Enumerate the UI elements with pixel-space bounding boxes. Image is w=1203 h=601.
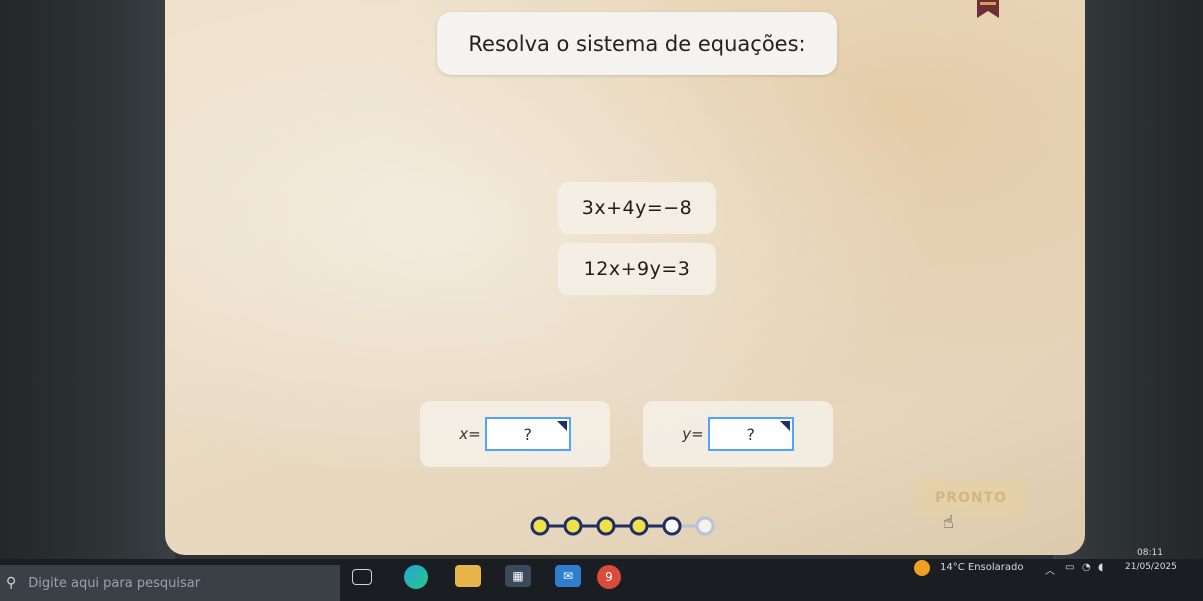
hand-cursor-icon: ☝ [943,512,954,533]
taskbar-search-box[interactable]: ⚲ Digite aqui para pesquisar [0,565,340,601]
clock-time[interactable]: 08:11 [1137,548,1163,558]
answer-card-x: x= ? [420,401,610,467]
progress-dot-completed [629,516,649,536]
equation-2: 12x+9y=3 [558,243,716,295]
progress-dot-completed [530,516,550,536]
progress-dot-completed [596,516,616,536]
equation-1: 3x+4y=−8 [558,182,716,234]
y-answer-placeholder: ? [746,424,755,444]
ready-button[interactable]: PRONTO [915,478,1027,518]
progress-track [530,516,715,536]
progress-dot-upcoming [695,516,715,536]
x-answer-label: x= [459,425,481,443]
clock-date[interactable]: 21/05/2025 [1125,562,1177,572]
monitor-bezel-left [0,0,175,601]
volume-icon[interactable]: ◖ [1098,562,1103,573]
weather-sun-icon [914,560,930,576]
file-explorer-icon[interactable] [455,565,481,587]
x-answer-placeholder: ? [523,424,532,444]
y-answer-input[interactable]: ? [707,417,794,451]
mail-icon[interactable]: ✉ [555,565,581,587]
edge-icon[interactable] [404,565,428,589]
x-answer-input[interactable]: ? [484,417,571,451]
answer-card-y: y= ? [643,401,833,467]
exercise-title: Resolva o sistema de equações: [437,12,837,75]
dropdown-corner-icon [556,421,567,431]
network-icon[interactable]: ◔ [1082,562,1091,573]
dropdown-corner-icon [779,421,790,431]
y-answer-label: y= [682,425,704,443]
battery-icon[interactable]: ▭ [1065,562,1074,573]
progress-dot-current [662,516,682,536]
app-icon[interactable]: 9 [597,565,621,589]
search-placeholder: Digite aqui para pesquisar [28,575,201,591]
bookmark-icon[interactable] [977,0,999,18]
progress-dot-completed [563,516,583,536]
tray-overflow-icon[interactable]: ︿ [1045,562,1055,577]
search-icon: ⚲ [6,575,17,591]
task-view-icon[interactable] [352,569,372,585]
store-icon[interactable]: ▦ [505,565,531,587]
weather-text[interactable]: 14°C Ensolarado [940,562,1023,573]
exercise-canvas: Resolva o sistema de equações: 3x+4y=−8 … [165,0,1085,555]
